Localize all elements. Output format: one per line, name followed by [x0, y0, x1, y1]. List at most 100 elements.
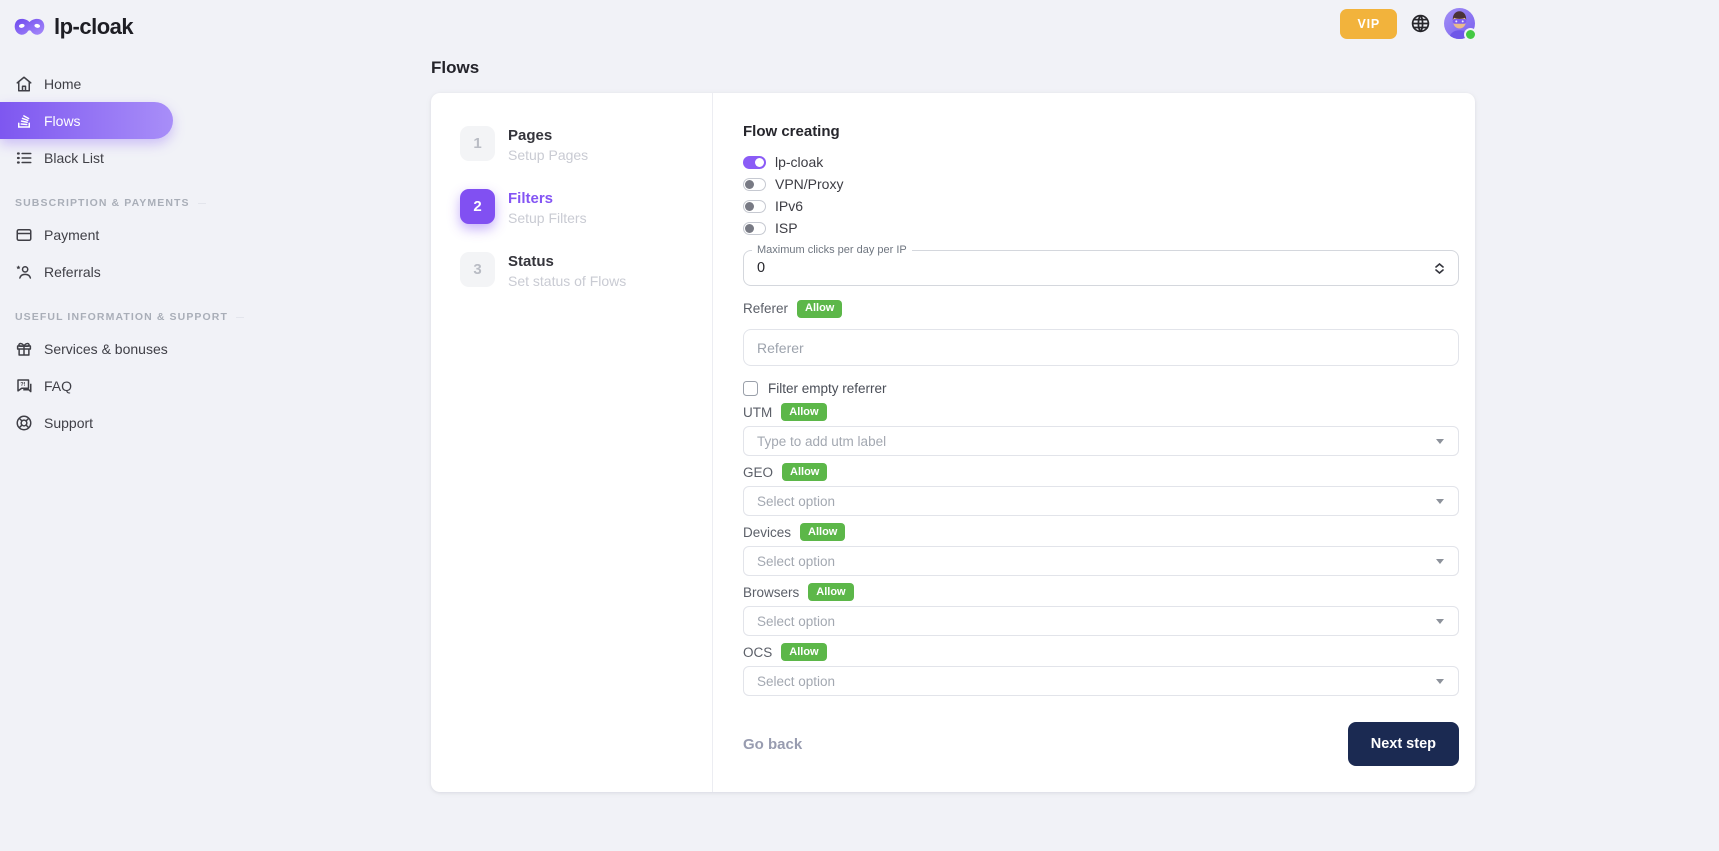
sidebar-item-flows[interactable]: Flows [0, 102, 173, 139]
geo-select[interactable]: Select option [743, 486, 1459, 516]
toggle-label: lp-cloak [775, 154, 823, 170]
select-placeholder: Select option [757, 554, 835, 569]
devices-group: Devices Allow Select option [743, 516, 1459, 576]
topbar-right: VIP [1340, 8, 1475, 39]
brand-name: lp-cloak [54, 14, 133, 40]
brand-logo[interactable]: lp-cloak [0, 14, 173, 40]
next-step-button[interactable]: Next step [1348, 722, 1459, 766]
sidebar-item-referrals[interactable]: Referrals [0, 253, 173, 290]
step-title: Status [508, 253, 626, 270]
max-clicks-field: Maximum clicks per day per IP [743, 250, 1459, 286]
utm-label: UTM [743, 405, 772, 420]
utm-allow-badge[interactable]: Allow [781, 403, 826, 421]
ocs-label-row: OCS Allow [743, 644, 1459, 660]
ocs-label: OCS [743, 645, 772, 660]
geo-allow-badge[interactable]: Allow [782, 463, 827, 481]
browsers-select[interactable]: Select option [743, 606, 1459, 636]
step-status[interactable]: 3 Status Set status of Flows [460, 252, 712, 289]
ocs-allow-badge[interactable]: Allow [781, 643, 826, 661]
sidebar-nav: Home Flows Black List SUBSCRIPTION & PAY… [0, 65, 173, 441]
browsers-group: Browsers Allow Select option [743, 576, 1459, 636]
sidebar-item-faq[interactable]: ?! FAQ [0, 367, 173, 404]
geo-label: GEO [743, 465, 773, 480]
max-clicks-label: Maximum clicks per day per IP [752, 244, 912, 257]
caret-down-icon [1436, 439, 1444, 444]
geo-label-row: GEO Allow [743, 464, 1459, 480]
select-placeholder: Select option [757, 674, 835, 689]
number-stepper[interactable] [1435, 263, 1444, 274]
utm-label-row: UTM Allow [743, 404, 1459, 420]
sidebar-item-payment[interactable]: Payment [0, 216, 173, 253]
devices-select[interactable]: Select option [743, 546, 1459, 576]
sidebar-item-label: Home [44, 76, 81, 92]
sidebar-item-services[interactable]: Services & bonuses [0, 330, 173, 367]
select-placeholder: Select option [757, 614, 835, 629]
toggle-knob [745, 180, 754, 189]
step-number: 3 [460, 252, 495, 287]
toggle-label: ISP [775, 220, 798, 236]
credit-card-icon [15, 226, 33, 244]
toggle-row-ipv6[interactable]: IPv6 [743, 195, 1459, 217]
devices-allow-badge[interactable]: Allow [800, 523, 845, 541]
step-number: 1 [460, 126, 495, 161]
filter-empty-referrer-row[interactable]: Filter empty referrer [743, 381, 1459, 396]
online-status-dot [1464, 28, 1477, 41]
flow-card: 1 Pages Setup Pages 2 Filters Setup Filt… [431, 93, 1475, 792]
vip-button[interactable]: VIP [1340, 9, 1397, 39]
gift-icon [15, 340, 33, 358]
checkbox-label: Filter empty referrer [768, 381, 887, 396]
step-filters[interactable]: 2 Filters Setup Filters [460, 189, 712, 226]
max-clicks-input[interactable] [757, 260, 1435, 276]
form-actions: Go back Next step [743, 722, 1459, 766]
toggle-knob [755, 158, 764, 167]
user-avatar[interactable] [1444, 8, 1475, 39]
isp-toggle[interactable] [743, 222, 766, 235]
ipv6-toggle[interactable] [743, 200, 766, 213]
step-number: 2 [460, 189, 495, 224]
geo-group: GEO Allow Select option [743, 456, 1459, 516]
chevron-down-icon [1435, 269, 1444, 274]
toggle-row-vpn-proxy[interactable]: VPN/Proxy [743, 173, 1459, 195]
sidebar-item-label: Services & bonuses [44, 341, 168, 357]
main-content: Flows 1 Pages Setup Pages 2 Filters Setu… [431, 58, 1475, 792]
faq-bubble-icon: ?! [15, 377, 33, 395]
ocs-group: OCS Allow Select option [743, 636, 1459, 696]
step-title: Filters [508, 190, 587, 207]
vpn-proxy-toggle[interactable] [743, 178, 766, 191]
toggle-row-lp-cloak[interactable]: lp-cloak [743, 151, 1459, 173]
chevron-up-icon [1435, 263, 1444, 268]
flows-stack-icon [15, 112, 33, 130]
ocs-select[interactable]: Select option [743, 666, 1459, 696]
toggle-label: IPv6 [775, 198, 803, 214]
go-back-button[interactable]: Go back [743, 736, 802, 753]
sidebar-item-home[interactable]: Home [0, 65, 173, 102]
filter-empty-referrer-checkbox[interactable] [743, 381, 758, 396]
list-icon [15, 149, 33, 167]
step-subtitle: Set status of Flows [508, 273, 626, 289]
caret-down-icon [1436, 619, 1444, 624]
devices-label-row: Devices Allow [743, 524, 1459, 540]
caret-down-icon [1436, 499, 1444, 504]
step-title: Pages [508, 127, 588, 144]
globe-icon [1410, 13, 1431, 34]
lp-cloak-toggle[interactable] [743, 156, 766, 169]
referer-allow-badge[interactable]: Allow [797, 300, 842, 318]
toggle-label: VPN/Proxy [775, 176, 843, 192]
toggle-row-isp[interactable]: ISP [743, 217, 1459, 239]
referer-input[interactable] [743, 329, 1459, 366]
sidebar-item-black-list[interactable]: Black List [0, 139, 173, 176]
lifebuoy-icon [15, 414, 33, 432]
step-pages[interactable]: 1 Pages Setup Pages [460, 126, 712, 163]
flow-creating-form: Flow creating lp-cloak VPN/Proxy IPv6 IS… [713, 93, 1475, 792]
sidebar-item-support[interactable]: Support [0, 404, 173, 441]
sidebar-item-label: FAQ [44, 378, 72, 394]
utm-select[interactable]: Type to add utm label [743, 426, 1459, 456]
select-placeholder: Select option [757, 494, 835, 509]
browsers-allow-badge[interactable]: Allow [808, 583, 853, 601]
language-globe-button[interactable] [1408, 11, 1433, 36]
home-icon [15, 75, 33, 93]
form-title: Flow creating [743, 123, 1459, 140]
sidebar-item-label: Black List [44, 150, 104, 166]
sidebar: lp-cloak Home Flows Black List SUBSCRIPT… [0, 0, 173, 851]
sidebar-item-label: Flows [44, 113, 81, 129]
